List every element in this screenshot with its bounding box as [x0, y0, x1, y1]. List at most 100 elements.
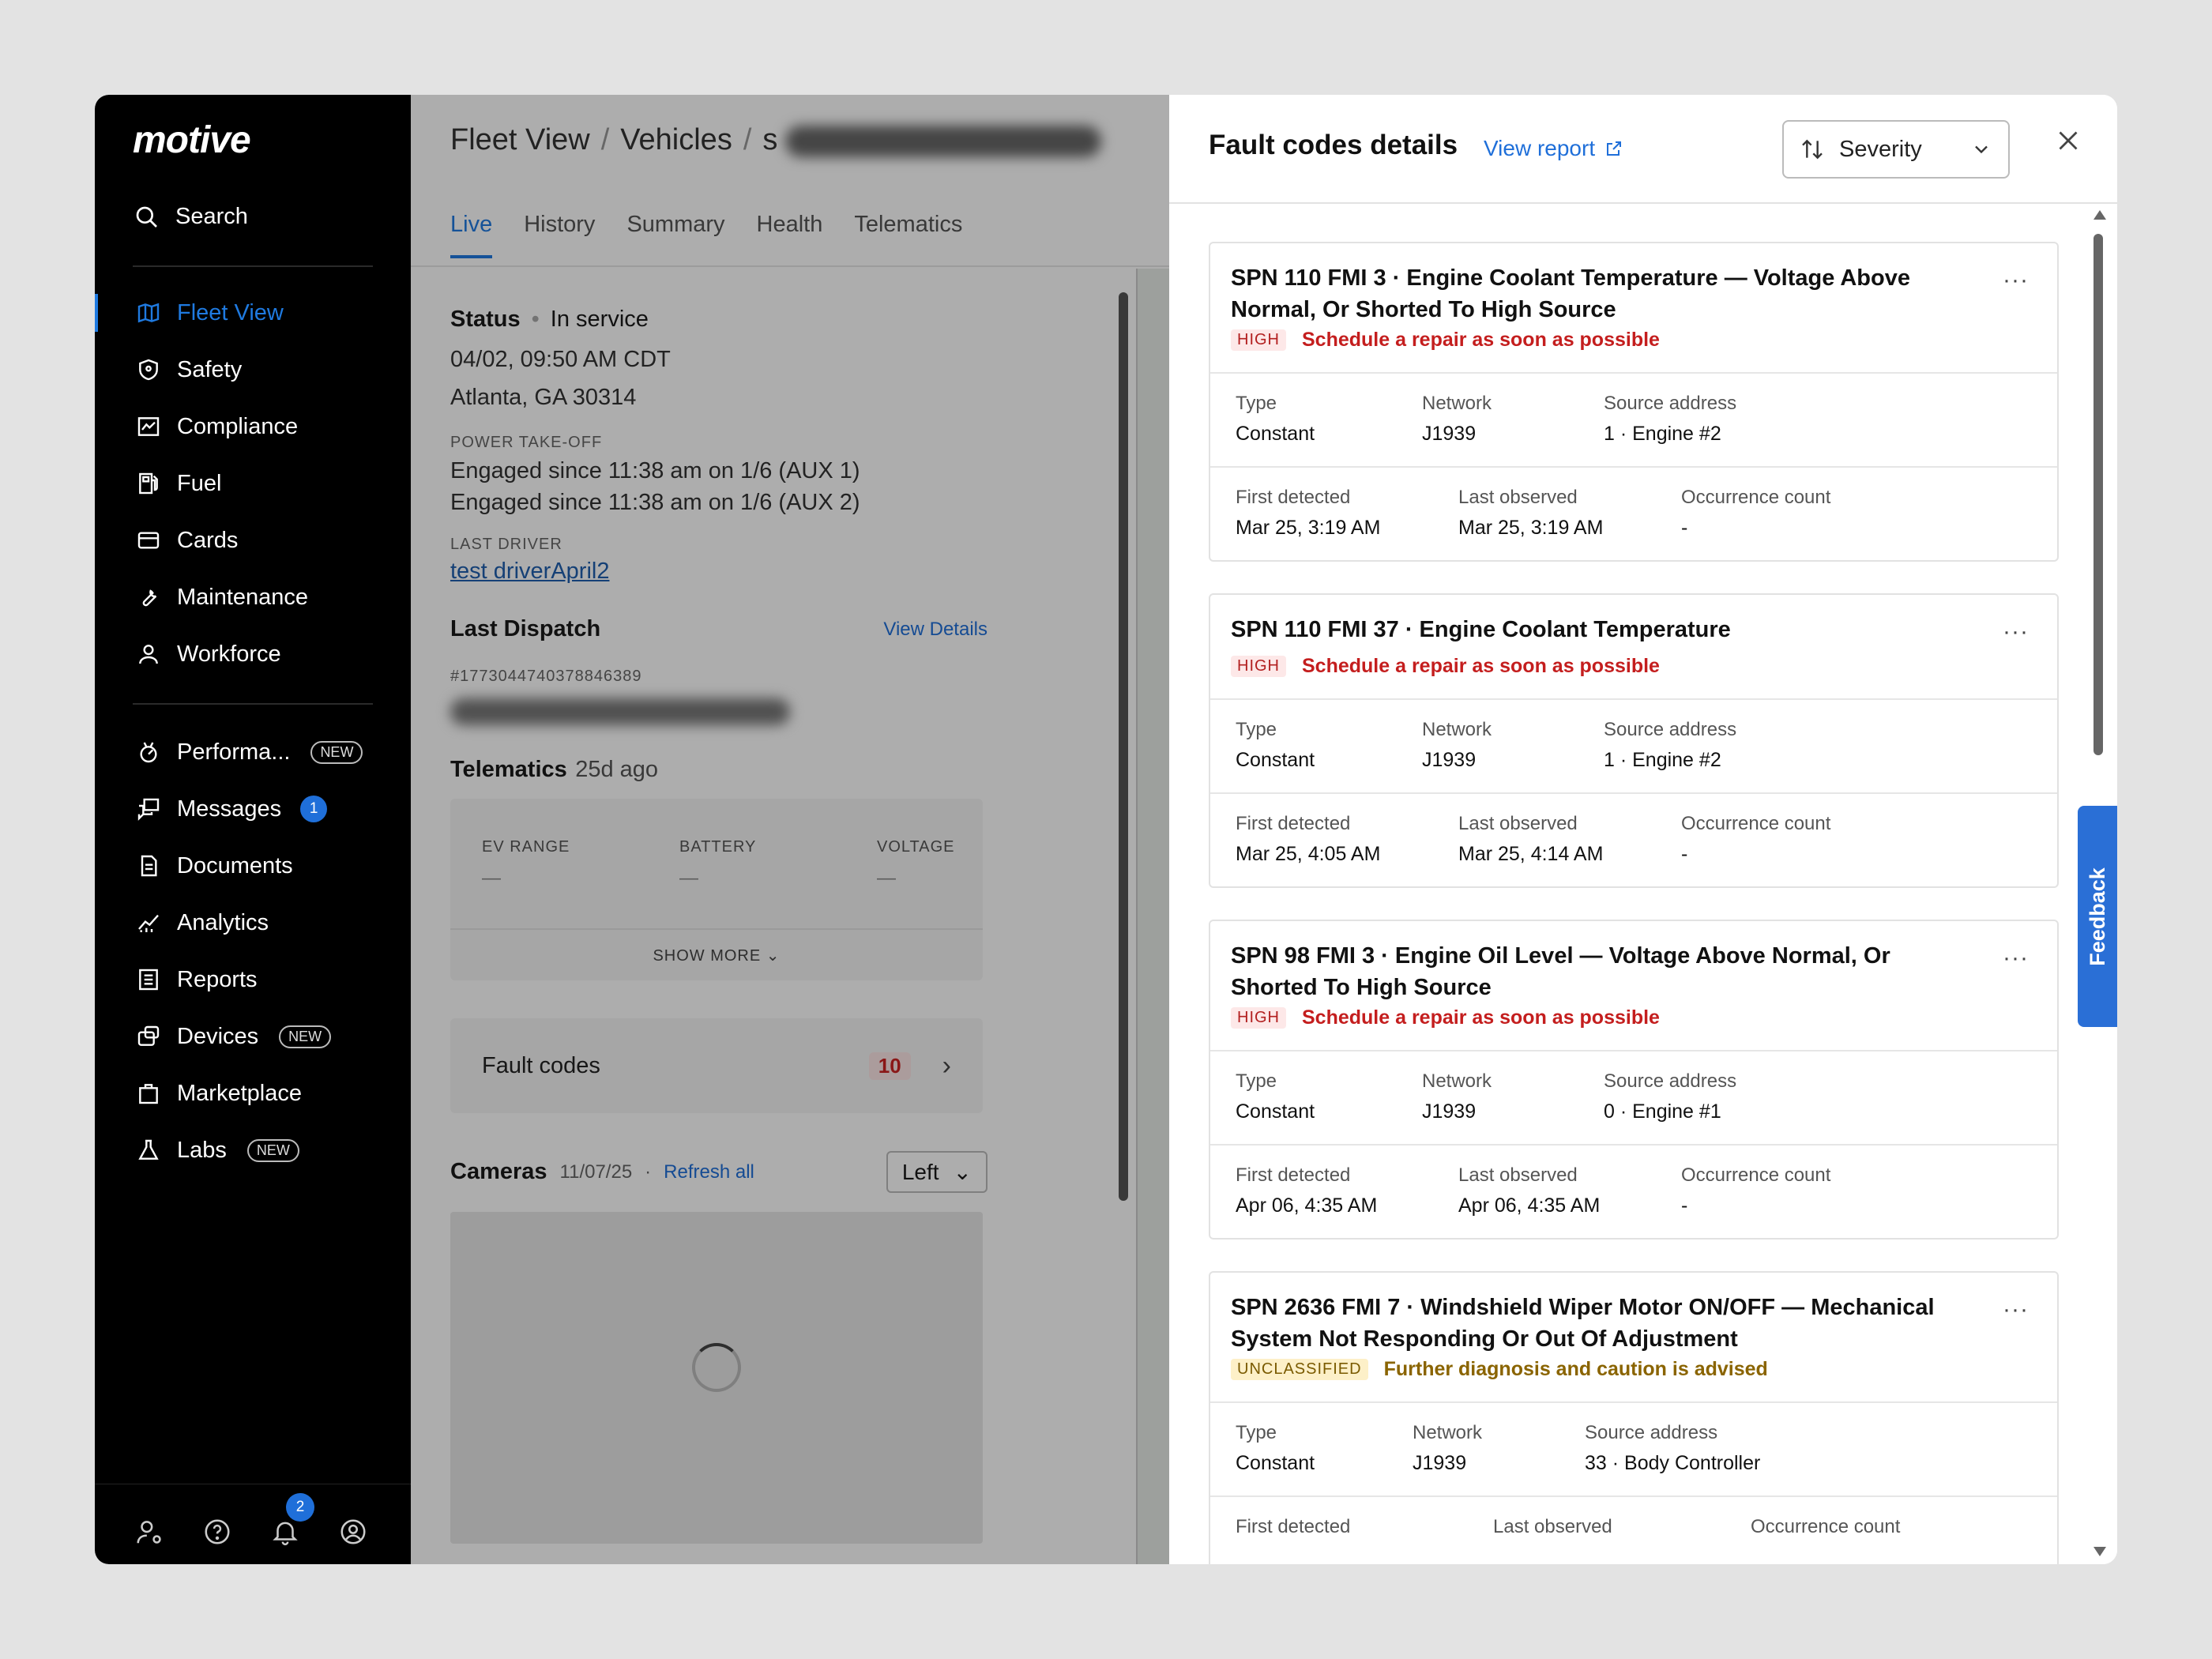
panel-header-divider: [1169, 202, 2117, 204]
sidebar-item-label: Performa...: [177, 739, 291, 765]
sidebar-item-labs[interactable]: Labs NEW: [95, 1122, 411, 1179]
sidebar-item-fuel[interactable]: Fuel: [95, 455, 411, 512]
sidebar-item-label: Analytics: [177, 909, 269, 935]
type-field: Type Constant: [1236, 1422, 1315, 1474]
sort-select[interactable]: Severity: [1782, 120, 2010, 179]
sidebar-item-marketplace[interactable]: Marketplace: [95, 1065, 411, 1122]
fault-code-card: SPN 110 FMI 3 · Engine Coolant Temperatu…: [1209, 242, 2059, 562]
flask-icon: [134, 1136, 163, 1164]
new-badge: NEW: [246, 1138, 299, 1162]
sidebar-item-analytics[interactable]: Analytics: [95, 894, 411, 951]
help-icon[interactable]: [202, 1517, 232, 1547]
first-detected-field: First detected: [1236, 1516, 1351, 1537]
occurrence-count-field: Occurrence count -: [1681, 813, 1831, 865]
sort-label: Severity: [1839, 136, 1922, 162]
type-field: Type Constant: [1236, 719, 1315, 771]
sidebar-item-cards[interactable]: Cards: [95, 512, 411, 569]
fault-code-header: SPN 98 FMI 3 · Engine Oil Level — Voltag…: [1210, 921, 2057, 1051]
sidebar-item-label: Labs: [177, 1137, 227, 1163]
feedback-button[interactable]: Feedback: [2078, 806, 2117, 1027]
severity-tag: UNCLASSIFIED: [1231, 1359, 1368, 1380]
wrench-icon: [134, 583, 163, 611]
motive-logo[interactable]: motive: [133, 118, 251, 162]
fault-codes-panel: Fault codes details View report Severity…: [1169, 95, 2117, 1564]
sidebar-item-devices[interactable]: Devices NEW: [95, 1008, 411, 1065]
scroll-down-icon[interactable]: [2094, 1547, 2106, 1556]
sidebar-item-documents[interactable]: Documents: [95, 837, 411, 894]
sidebar-item-reports[interactable]: Reports: [95, 951, 411, 1008]
source-address-field: Source address 1 · Engine #2: [1604, 719, 1737, 771]
fuel-icon: [134, 469, 163, 498]
user-settings-icon[interactable]: [134, 1517, 164, 1547]
sidebar-item-safety[interactable]: Safety: [95, 341, 411, 398]
sidebar-nav-primary: Fleet View Safety Compliance Fuel Cards …: [95, 284, 411, 683]
sidebar: motive Search Fleet View Safety Complian…: [95, 95, 411, 1564]
devices-icon: [134, 1022, 163, 1051]
occurrence-count-field: Occurrence count: [1751, 1516, 1901, 1537]
close-button[interactable]: [2054, 126, 2086, 158]
fault-code-meta-row: Type Constant Network J1939 Source address…: [1210, 1051, 2057, 1146]
severity-tag: HIGH: [1231, 656, 1286, 677]
panel-title: Fault codes details: [1209, 130, 1458, 160]
severity-message: Schedule a repair as soon as possible: [1302, 1006, 1660, 1029]
fault-code-card: SPN 2636 FMI 7 · Windshield Wiper Motor …: [1209, 1271, 2059, 1564]
fault-code-title: SPN 110 FMI 37 · Engine Coolant Temperat…: [1231, 617, 1731, 642]
first-detected-field: First detected Apr 06, 4:35 AM: [1236, 1164, 1378, 1217]
more-options-icon[interactable]: ···: [2003, 1296, 2029, 1323]
fault-code-time-row: First detected Mar 25, 4:05 AM Last obser…: [1210, 794, 2057, 886]
scroll-up-icon[interactable]: [2094, 210, 2106, 220]
close-icon: [2059, 131, 2078, 150]
vehicle-detail-view: Fleet View / Vehicles / s Live History Summa…: [411, 95, 1169, 1564]
fault-code-time-row: First detected Mar 25, 3:19 AM Last obser…: [1210, 468, 2057, 560]
severity-message: Schedule a repair as soon as possible: [1302, 655, 1660, 677]
fault-code-header: SPN 110 FMI 37 · Engine Coolant Temperat…: [1210, 595, 2057, 700]
search-label: Search: [175, 204, 248, 229]
type-field: Type Constant: [1236, 1070, 1315, 1123]
scroll-thumb[interactable]: [2094, 234, 2103, 755]
severity-tag: HIGH: [1231, 329, 1286, 351]
sidebar-item-messages[interactable]: Messages 1: [95, 781, 411, 837]
more-options-icon[interactable]: ···: [2003, 945, 2029, 972]
messages-icon: [134, 795, 163, 823]
more-options-icon[interactable]: ···: [2003, 619, 2029, 645]
sidebar-item-label: Documents: [177, 852, 293, 878]
fault-code-meta-row: Type Constant Network J1939 Source address…: [1210, 374, 2057, 468]
sidebar-item-label: Fleet View: [177, 299, 284, 325]
sidebar-footer: 2: [134, 1493, 368, 1547]
account-icon[interactable]: [338, 1517, 368, 1547]
reports-icon: [134, 965, 163, 994]
view-report-link[interactable]: View report: [1484, 136, 1623, 161]
bag-icon: [134, 1079, 163, 1108]
last-observed-field: Last observed Mar 25, 3:19 AM: [1458, 487, 1604, 539]
sidebar-divider: [133, 703, 373, 705]
sidebar-item-workforce[interactable]: Workforce: [95, 626, 411, 683]
fault-code-time-row: First detected Apr 06, 4:35 AM Last obser…: [1210, 1146, 2057, 1238]
first-detected-field: First detected Mar 25, 4:05 AM: [1236, 813, 1381, 865]
messages-count-badge: 1: [300, 796, 328, 822]
sidebar-divider: [133, 265, 373, 267]
notifications-count-badge: 2: [286, 1493, 314, 1522]
sidebar-item-fleet-view[interactable]: Fleet View: [95, 284, 411, 341]
sidebar-item-label: Maintenance: [177, 584, 309, 610]
document-icon: [134, 852, 163, 880]
notifications-icon[interactable]: 2: [270, 1493, 314, 1547]
fault-code-card: SPN 110 FMI 37 · Engine Coolant Temperat…: [1209, 593, 2059, 888]
source-address-field: Source address 1 · Engine #2: [1604, 393, 1737, 445]
occurrence-count-field: Occurrence count -: [1681, 487, 1831, 539]
sidebar-item-label: Devices: [177, 1023, 259, 1049]
chevron-down-icon: [1975, 145, 1988, 154]
sidebar-item-performance[interactable]: Performa... NEW: [95, 724, 411, 781]
sidebar-search[interactable]: Search: [134, 204, 248, 230]
search-icon: [136, 206, 157, 228]
fault-code-meta-row: Type Constant Network J1939 Source address…: [1210, 1403, 2057, 1497]
sidebar-item-label: Workforce: [177, 641, 281, 667]
severity-message: Schedule a repair as soon as possible: [1302, 329, 1660, 351]
sidebar-item-label: Marketplace: [177, 1080, 302, 1106]
modal-backdrop[interactable]: [411, 95, 1169, 1564]
new-badge: NEW: [310, 740, 363, 764]
card-icon: [134, 526, 163, 555]
network-field: Network J1939: [1422, 719, 1492, 771]
sidebar-item-compliance[interactable]: Compliance: [95, 398, 411, 455]
more-options-icon[interactable]: ···: [2003, 267, 2029, 294]
sidebar-item-maintenance[interactable]: Maintenance: [95, 569, 411, 626]
